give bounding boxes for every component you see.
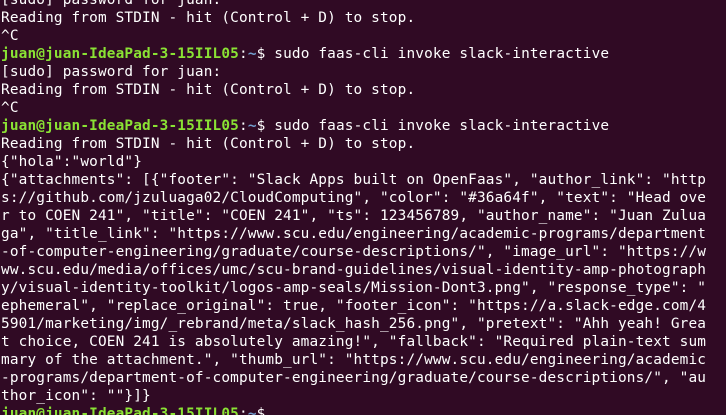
output-line: Reading from STDIN - hit (Control + D) t… xyxy=(1,135,706,153)
output-line: Reading from STDIN - hit (Control + D) t… xyxy=(1,81,706,99)
terminal-window[interactable]: [sudo] password for juan: Reading from ST… xyxy=(0,0,726,415)
prompt-separator: : xyxy=(238,406,248,415)
output-line: Reading from STDIN - hit (Control + D) t… xyxy=(1,9,706,27)
output-text: Reading from STDIN - hit (Control + D) t… xyxy=(1,10,416,26)
prompt-user-host: juan@juan-IdeaPad-3-15IIL05 xyxy=(1,406,239,415)
output-line: -of-computer-engineering/graduate/course… xyxy=(1,243,706,261)
output-line: s://github.com/jzuluaga02/CloudComputing… xyxy=(1,189,706,207)
prompt-line: juan@juan-IdeaPad-3-15IIL05:~$ sudo faas… xyxy=(1,45,706,63)
prompt-user-host: juan@juan-IdeaPad-3-15IIL05 xyxy=(1,118,239,134)
output-line: {"attachments": [{"footer": "Slack Apps … xyxy=(1,171,706,189)
output-text: ga", "title_link": "https://www.scu.edu/… xyxy=(1,226,707,242)
output-text: ^C xyxy=(1,28,19,44)
output-text: {"hola":"world"} xyxy=(1,154,143,170)
output-line: ww.scu.edu/media/offices/umc/scu-brand-g… xyxy=(1,261,706,279)
output-line: 5901/marketing/img/_rebrand/meta/slack_h… xyxy=(1,315,706,333)
output-text: thor_icon": ""}]} xyxy=(1,388,151,404)
prompt-separator: : xyxy=(238,46,248,62)
output-text: ww.scu.edu/media/offices/umc/scu-brand-g… xyxy=(1,262,707,278)
output-text: t choice, COEN 241 is absolutely amazing… xyxy=(1,334,707,350)
output-text: s://github.com/jzuluaga02/CloudComputing… xyxy=(1,190,707,206)
output-line: y/visual-identity-toolkit/logos-amp-seal… xyxy=(1,279,706,297)
output-line: r to COEN 241", "title": "COEN 241", "ts… xyxy=(1,207,706,225)
output-line: {"hola":"world"} xyxy=(1,153,706,171)
output-text: Reading from STDIN - hit (Control + D) t… xyxy=(1,136,416,152)
prompt-separator: : xyxy=(238,118,248,134)
command-text: sudo faas-cli invoke slack-interactive xyxy=(265,118,610,134)
output-line: ga", "title_link": "https://www.scu.edu/… xyxy=(1,225,706,243)
output-text: -of-computer-engineering/graduate/course… xyxy=(1,244,707,260)
terminal-output: [sudo] password for juan: Reading from ST… xyxy=(1,0,706,415)
prompt-symbol: $ xyxy=(256,406,266,415)
output-line: [sudo] password for juan: xyxy=(1,63,706,81)
output-line: t choice, COEN 241 is absolutely amazing… xyxy=(1,333,706,351)
prompt-path: ~ xyxy=(247,406,257,415)
prompt-line: juan@juan-IdeaPad-3-15IIL05:~$ xyxy=(1,405,706,415)
output-line: -programs/department-of-computer-enginee… xyxy=(1,369,706,387)
prompt-line: juan@juan-IdeaPad-3-15IIL05:~$ sudo faas… xyxy=(1,117,706,135)
output-line: thor_icon": ""}]} xyxy=(1,387,706,405)
output-text: [sudo] password for juan: xyxy=(1,64,222,80)
output-text: mary of the attachment.", "thumb_url": "… xyxy=(1,352,707,368)
output-text: y/visual-identity-toolkit/logos-amp-seal… xyxy=(1,280,707,296)
output-text: r to COEN 241", "title": "COEN 241", "ts… xyxy=(1,208,707,224)
output-text: -programs/department-of-computer-enginee… xyxy=(1,370,707,386)
output-text: Reading from STDIN - hit (Control + D) t… xyxy=(1,82,416,98)
prompt-user-host: juan@juan-IdeaPad-3-15IIL05 xyxy=(1,46,239,62)
output-text: [sudo] password for juan: xyxy=(1,0,222,8)
output-line: mary of the attachment.", "thumb_url": "… xyxy=(1,351,706,369)
output-line: ^C xyxy=(1,27,706,45)
output-line: [sudo] password for juan: xyxy=(1,0,706,9)
output-text: ephemeral", "replace_original": true, "f… xyxy=(1,298,707,314)
output-line: ephemeral", "replace_original": true, "f… xyxy=(1,297,706,315)
output-text: ^C xyxy=(1,100,19,116)
prompt-path: ~ xyxy=(247,46,257,62)
command-text: sudo faas-cli invoke slack-interactive xyxy=(265,46,610,62)
output-text: 5901/marketing/img/_rebrand/meta/slack_h… xyxy=(1,316,707,332)
prompt-path: ~ xyxy=(247,118,257,134)
output-text: {"attachments": [{"footer": "Slack Apps … xyxy=(1,172,707,188)
output-line: ^C xyxy=(1,99,706,117)
